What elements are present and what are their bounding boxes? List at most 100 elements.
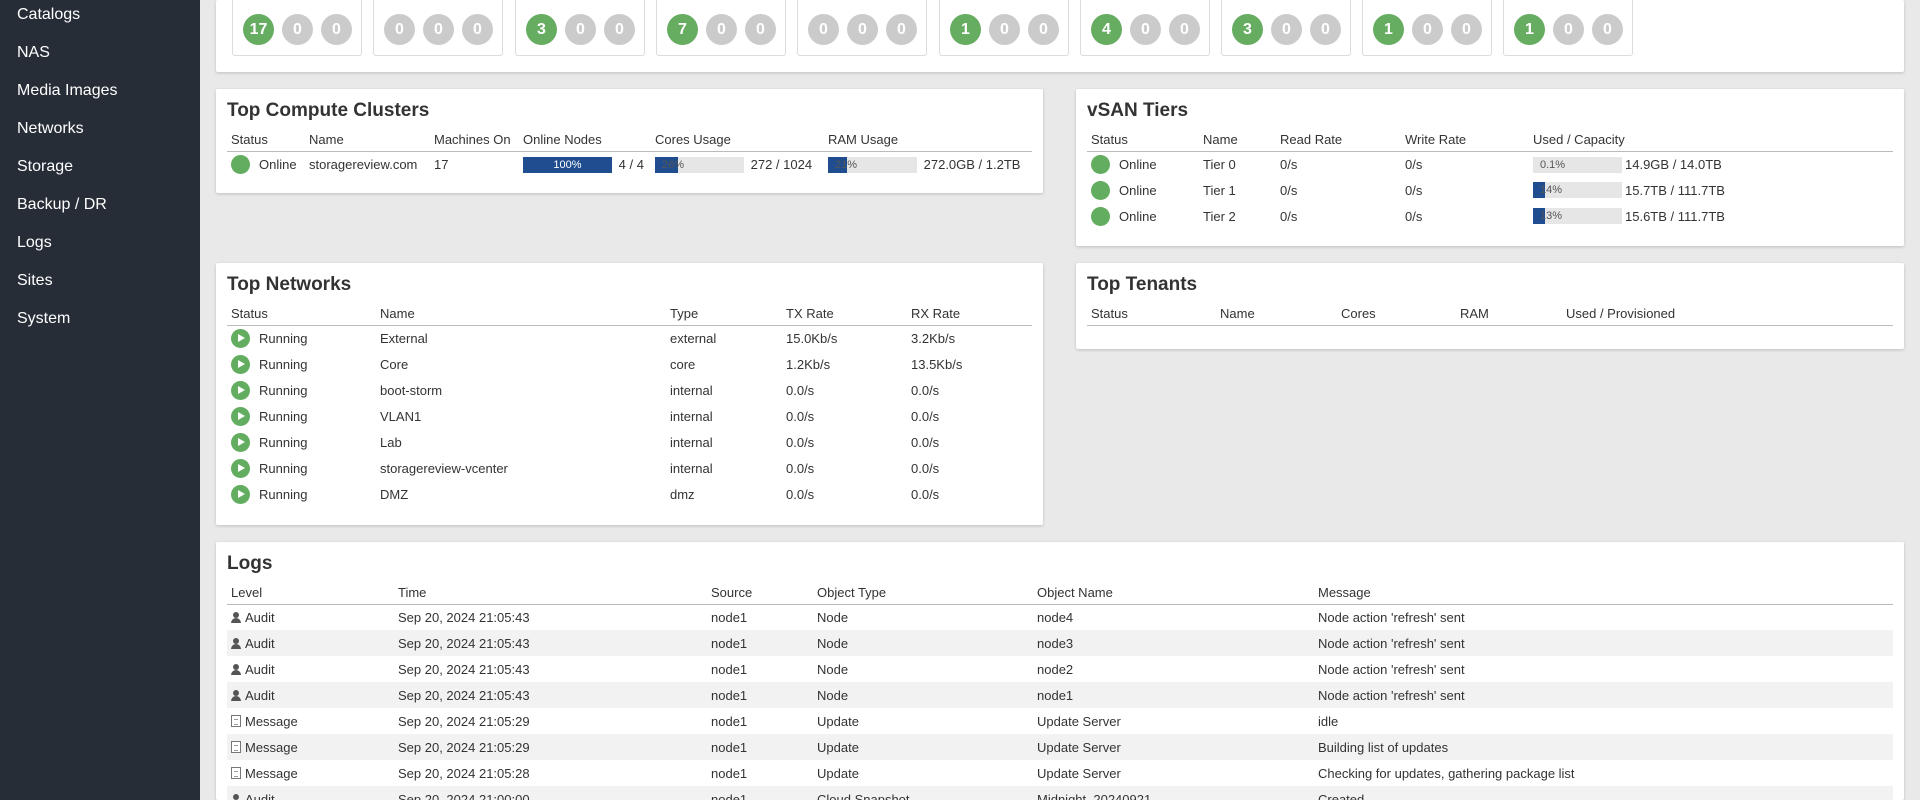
table-row[interactable]: Message Sep 20, 2024 21:05:29 node1 Update U… xyxy=(227,708,1893,734)
column-header[interactable]: Used / Provisioned xyxy=(1562,303,1893,326)
sidebar-item-system[interactable]: System xyxy=(0,304,200,342)
log-object-type: Cloud Snapshot xyxy=(813,786,1033,800)
column-header[interactable]: Type xyxy=(666,303,782,326)
table-row[interactable]: Online Tier 0 0/s 0/s 0.1% 14.9GB / 14.0TB xyxy=(1087,151,1893,177)
table-row[interactable]: Audit Sep 20, 2024 21:05:43 node1 Node node1… xyxy=(227,682,1893,708)
sidebar-item-networks[interactable]: Networks xyxy=(0,114,200,152)
network-name[interactable]: Core xyxy=(376,351,666,377)
sidebar-item-catalogs[interactable]: Catalogs xyxy=(0,0,200,38)
table-row[interactable]: Audit Sep 20, 2024 21:05:43 node1 Node node2… xyxy=(227,656,1893,682)
column-header[interactable]: Used / Capacity xyxy=(1529,129,1893,152)
table-row[interactable]: Audit Sep 20, 2024 21:05:43 node1 Node node3… xyxy=(227,630,1893,656)
tier-name[interactable]: Tier 2 xyxy=(1199,203,1276,229)
log-time: Sep 20, 2024 21:05:29 xyxy=(398,713,530,729)
column-header[interactable]: RAM Usage xyxy=(824,129,1032,152)
column-header[interactable]: Status xyxy=(1087,129,1199,152)
column-header[interactable]: RX Rate xyxy=(907,303,1032,326)
column-header[interactable]: Name xyxy=(376,303,666,326)
column-header[interactable]: Machines On xyxy=(430,129,519,152)
column-header[interactable]: Time xyxy=(394,582,707,605)
log-level: Message xyxy=(245,765,298,781)
used-capacity: 15.7TB / 111.7TB xyxy=(1625,182,1725,198)
status-text: Online xyxy=(1119,208,1157,224)
write-rate: 0/s xyxy=(1405,182,1423,198)
column-header[interactable]: Message xyxy=(1314,582,1893,605)
column-header[interactable]: Object Name xyxy=(1033,582,1314,605)
network-type: dmz xyxy=(670,486,695,502)
running-status-icon xyxy=(231,328,250,348)
cores-usage-bar: 26% xyxy=(655,156,744,173)
column-header[interactable]: Cores Usage xyxy=(651,129,824,152)
counter-group[interactable]: 17 0 0 xyxy=(232,0,362,56)
table-row[interactable]: Message Sep 20, 2024 21:05:29 node1 Update U… xyxy=(227,734,1893,760)
counter-group[interactable]: 000 xyxy=(797,0,927,56)
table-row[interactable]: Online Tier 1 0/s 0/s 14% 15.7TB / 111.7TB xyxy=(1087,177,1893,203)
table-row[interactable]: Running storagereview-vcenter internal 0.0/… xyxy=(227,455,1032,481)
counter-group[interactable]: 100 xyxy=(939,0,1069,56)
log-object-name: Update Server xyxy=(1037,713,1121,729)
column-header[interactable]: Name xyxy=(305,129,430,152)
column-header[interactable]: Name xyxy=(1199,129,1276,152)
sidebar-item-storage[interactable]: Storage xyxy=(0,152,200,190)
table-row[interactable]: Running DMZ dmz 0.0/s 0.0/s xyxy=(227,481,1032,507)
column-header[interactable]: Level xyxy=(227,582,394,605)
counter-group[interactable]: 400 xyxy=(1080,0,1210,56)
tier-name[interactable]: Tier 0 xyxy=(1199,151,1276,177)
rx-rate: 3.2Kb/s xyxy=(911,330,956,346)
panel-title: Top Networks xyxy=(227,274,352,295)
sidebar-item-sites[interactable]: Sites xyxy=(0,266,200,304)
sidebar-item-nas[interactable]: NAS xyxy=(0,38,200,76)
table-row[interactable]: Online storagereview.com 17 100% 4 / 4 2… xyxy=(227,151,1032,177)
counter-group[interactable]: 100 xyxy=(1362,0,1492,56)
column-header[interactable]: Online Nodes xyxy=(519,129,651,152)
network-name[interactable]: DMZ xyxy=(376,481,666,507)
counter-group[interactable]: 300 xyxy=(515,0,645,56)
column-header[interactable]: Object Type xyxy=(813,582,1033,605)
counter-group[interactable]: 100 xyxy=(1503,0,1633,56)
column-header[interactable]: RAM xyxy=(1456,303,1562,326)
network-name[interactable]: External xyxy=(376,325,666,351)
online-count-badge: 4 xyxy=(1091,14,1122,45)
table-row[interactable]: Running Core core 1.2Kb/s 13.5Kb/s xyxy=(227,351,1032,377)
column-header[interactable]: Name xyxy=(1216,303,1337,326)
network-name[interactable]: Lab xyxy=(376,429,666,455)
column-header[interactable]: Read Rate xyxy=(1276,129,1401,152)
table-row[interactable]: Message Sep 20, 2024 21:05:28 node1 Update U… xyxy=(227,760,1893,786)
table-row[interactable]: Running boot-storm internal 0.0/s 0.0/s xyxy=(227,377,1032,403)
network-type: external xyxy=(670,330,717,346)
running-status-icon xyxy=(231,406,250,426)
counter-group[interactable]: 300 xyxy=(1221,0,1351,56)
column-header[interactable]: Status xyxy=(227,129,305,152)
document-icon xyxy=(231,714,241,727)
network-name[interactable]: boot-storm xyxy=(376,377,666,403)
cluster-name[interactable]: storagereview.com xyxy=(305,151,430,177)
column-header[interactable]: Status xyxy=(1087,303,1216,326)
counter-group[interactable]: 000 xyxy=(373,0,503,56)
network-name[interactable]: VLAN1 xyxy=(376,403,666,429)
table-row[interactable]: Audit Sep 20, 2024 21:00:00 node1 Cloud Sna… xyxy=(227,786,1893,800)
column-header[interactable]: Source xyxy=(707,582,813,605)
table-row[interactable]: Running VLAN1 internal 0.0/s 0.0/s xyxy=(227,403,1032,429)
column-header[interactable]: Status xyxy=(227,303,376,326)
user-icon xyxy=(231,611,241,623)
table-row[interactable]: Online Tier 2 0/s 0/s 13% 15.6TB / 111.7TB xyxy=(1087,203,1893,229)
log-object-type: Node xyxy=(817,609,849,625)
sidebar-item-media-images[interactable]: Media Images xyxy=(0,76,200,114)
column-header[interactable]: Cores xyxy=(1337,303,1456,326)
column-header[interactable]: TX Rate xyxy=(782,303,907,326)
tx-rate: 0.0/s xyxy=(786,486,815,502)
table-row[interactable]: Running Lab internal 0.0/s 0.0/s xyxy=(227,429,1032,455)
table-row[interactable]: Audit Sep 20, 2024 21:05:43 node1 Node node4… xyxy=(227,604,1893,630)
tier-name[interactable]: Tier 1 xyxy=(1199,177,1276,203)
sidebar: Catalogs NAS Media Images Networks Stora… xyxy=(0,0,200,800)
column-header[interactable]: Write Rate xyxy=(1401,129,1529,152)
log-message: idle xyxy=(1318,713,1339,729)
network-name[interactable]: storagereview-vcenter xyxy=(376,455,666,481)
running-status-icon xyxy=(231,380,250,400)
sidebar-item-backup-dr[interactable]: Backup / DR xyxy=(0,190,200,228)
counter-group[interactable]: 700 xyxy=(656,0,786,56)
table-row[interactable]: Running External external 15.0Kb/s 3.2Kb/s xyxy=(227,325,1032,351)
sidebar-item-logs[interactable]: Logs xyxy=(0,228,200,266)
status-text: Running xyxy=(259,382,308,398)
write-rate: 0/s xyxy=(1405,156,1423,172)
